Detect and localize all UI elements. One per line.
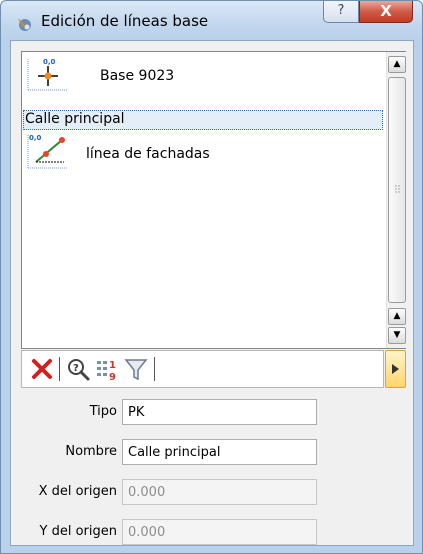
y-origin-label: Y del origen — [39, 524, 117, 539]
close-button[interactable]: X — [359, 1, 413, 23]
window-title: Edición de líneas base — [41, 12, 209, 30]
expand-button[interactable] — [385, 350, 406, 388]
nombre-label: Nombre — [65, 444, 117, 459]
tipo-label: Tipo — [89, 404, 117, 419]
list-item-label: Base 9023 — [100, 68, 175, 84]
grip-icon — [395, 185, 400, 193]
svg-text:9: 9 — [109, 372, 116, 383]
scroll-up-button[interactable]: ▲ — [388, 56, 406, 73]
svg-text:0,0: 0,0 — [29, 134, 42, 142]
svg-text:?: ? — [73, 363, 79, 374]
numbering-icon[interactable]: 1 9 — [94, 355, 122, 383]
list-item-label: Calle principal — [25, 111, 125, 127]
toolbar-separator — [59, 357, 60, 381]
nombre-field[interactable] — [122, 439, 317, 465]
scroll-up-small-button[interactable]: ▲ — [388, 308, 406, 325]
delete-icon[interactable] — [28, 355, 56, 383]
help-button[interactable]: ? — [323, 1, 359, 23]
dialog-body: 0,0 Base 9023 Calle principal 0,0 línea … — [10, 40, 414, 546]
list-scrollbar[interactable]: ▲ ▲ ▼ — [386, 52, 406, 348]
y-origin-field — [122, 519, 317, 545]
chevron-right-icon — [392, 364, 399, 374]
list-item-label: línea de fachadas — [86, 146, 210, 162]
list-item[interactable]: 0,0 Base 9023 — [22, 56, 385, 96]
svg-text:1: 1 — [109, 360, 116, 371]
svg-text:0,0: 0,0 — [43, 58, 56, 66]
toolbar-separator — [154, 357, 155, 381]
list-item-selected[interactable]: Calle principal — [23, 110, 383, 130]
query-icon[interactable]: ? — [64, 355, 92, 383]
baseline-list[interactable]: 0,0 Base 9023 Calle principal 0,0 línea … — [21, 51, 406, 349]
dialog-window: Edición de líneas base ? X 0,0 Base 9023… — [0, 0, 423, 554]
x-origin-field — [122, 479, 317, 505]
scroll-thumb[interactable] — [388, 77, 406, 303]
base-point-icon: 0,0 — [27, 58, 68, 91]
app-icon — [18, 18, 31, 31]
baseline-line-icon: 0,0 — [27, 134, 68, 169]
list-item[interactable]: 0,0 línea de fachadas — [22, 132, 385, 174]
x-origin-label: X del origen — [38, 484, 117, 499]
tipo-field[interactable] — [122, 399, 317, 425]
title-bar[interactable]: Edición de líneas base ? X — [1, 1, 422, 39]
list-toolbar: ? 1 9 — [21, 350, 384, 388]
filter-icon[interactable] — [122, 355, 150, 383]
scroll-down-button[interactable]: ▼ — [388, 327, 406, 344]
